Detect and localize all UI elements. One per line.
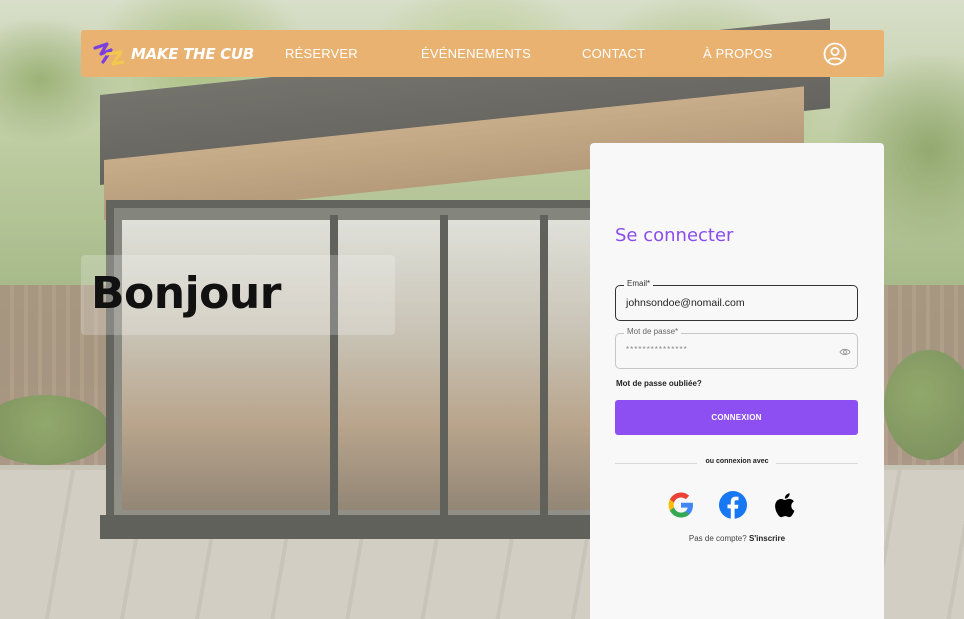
apple-icon[interactable] bbox=[770, 490, 800, 520]
brand-logo[interactable]: MAKE THE CUB bbox=[93, 40, 254, 68]
password-value: *************** bbox=[626, 345, 688, 354]
brand-logo-icon bbox=[93, 42, 125, 66]
hero-greeting: Bonjour bbox=[91, 268, 281, 319]
signup-link[interactable]: S'inscrire bbox=[749, 534, 785, 543]
google-icon[interactable] bbox=[666, 490, 696, 520]
user-circle-icon[interactable] bbox=[823, 42, 847, 66]
nav-link-evenements[interactable]: ÉVÉNENEMENTS bbox=[421, 46, 531, 61]
signup-prompt-text: Pas de compte? bbox=[688, 534, 747, 543]
password-field[interactable]: Mot de passe* *************** bbox=[615, 327, 858, 369]
email-value: johnsondoe@nomail.com bbox=[626, 297, 745, 309]
nav-link-contact[interactable]: CONTACT bbox=[582, 46, 645, 61]
login-title: Se connecter bbox=[615, 225, 734, 246]
brand-name: MAKE THE CUB bbox=[131, 45, 254, 63]
nav-link-a-propos[interactable]: À PROPOS bbox=[703, 46, 773, 61]
forgot-password-link[interactable]: Mot de passe oubliée? bbox=[616, 379, 702, 388]
facebook-icon[interactable] bbox=[718, 490, 748, 520]
password-label: Mot de passe* bbox=[624, 327, 682, 336]
login-button[interactable]: CONNEXION bbox=[615, 400, 858, 435]
divider-line-right bbox=[776, 463, 858, 464]
nav-link-reserver[interactable]: RÉSERVER bbox=[285, 46, 358, 61]
email-field[interactable]: Email* johnsondoe@nomail.com bbox=[615, 279, 858, 321]
login-card: Se connecter Email* johnsondoe@nomail.co… bbox=[590, 143, 884, 619]
signup-prompt: Pas de compte? S'inscrire bbox=[590, 534, 884, 543]
eye-icon[interactable] bbox=[839, 347, 851, 357]
top-navbar: MAKE THE CUB RÉSERVER ÉVÉNENEMENTS CONTA… bbox=[81, 30, 884, 77]
email-label: Email* bbox=[624, 279, 654, 288]
